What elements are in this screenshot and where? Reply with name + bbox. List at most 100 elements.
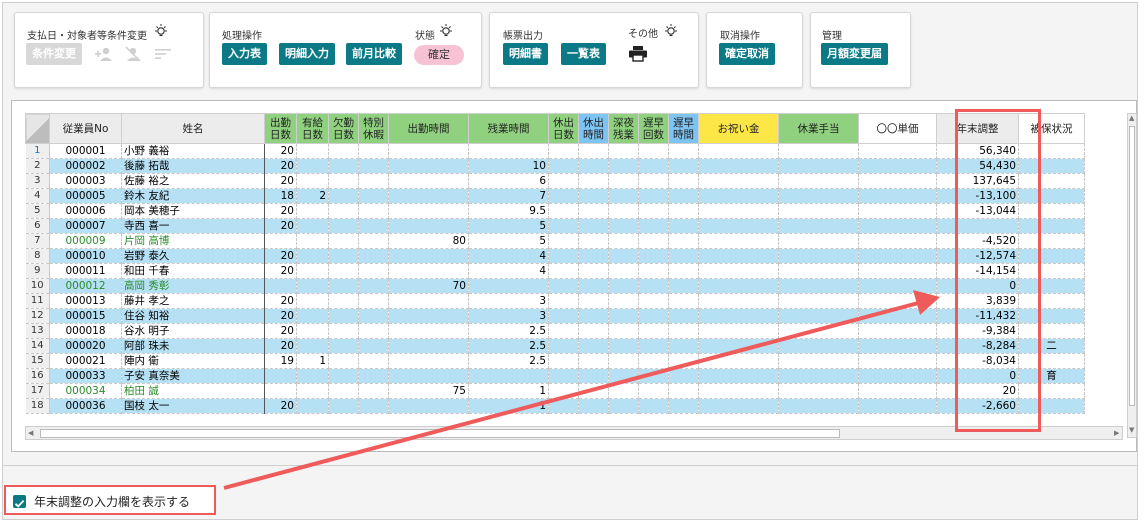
col-header-paid-leave[interactable]: 有給 日数 xyxy=(296,113,329,144)
cell-holiday-days[interactable] xyxy=(548,248,579,264)
cell-year-end[interactable]: -13,100 xyxy=(936,188,1019,204)
cell-holiday-time[interactable] xyxy=(578,398,609,414)
cell-emp-no[interactable]: 000021 xyxy=(49,353,122,369)
cell-holiday-days[interactable] xyxy=(548,203,579,219)
year-end-checkbox-area[interactable]: 年末調整の入力欄を表示する xyxy=(4,485,216,515)
row-number[interactable]: 1 xyxy=(25,143,50,159)
table-row[interactable]: 16 000033 子安 真奈美 0 育 xyxy=(25,368,1085,384)
cell-late-night[interactable] xyxy=(608,203,639,219)
row-number[interactable]: 12 xyxy=(25,308,50,324)
cell-leave-allowance[interactable] xyxy=(778,158,859,174)
cell-special-leave[interactable] xyxy=(358,143,389,159)
cell-absent[interactable] xyxy=(328,173,359,189)
cell-holiday-days[interactable] xyxy=(548,263,579,279)
scroll-right-icon[interactable]: ▶ xyxy=(1114,429,1119,437)
cell-leave-allowance[interactable] xyxy=(778,233,859,249)
cell-name[interactable]: 谷水 明子 xyxy=(121,323,265,339)
cell-absent[interactable] xyxy=(328,383,359,399)
cell-year-end[interactable]: 56,340 xyxy=(936,143,1019,159)
cell-late-count[interactable] xyxy=(638,233,669,249)
cell-late-count[interactable] xyxy=(638,368,669,384)
cell-overtime[interactable]: 10 xyxy=(468,158,549,174)
cell-unit-price[interactable] xyxy=(858,188,937,204)
cell-work-days[interactable]: 20 xyxy=(264,143,297,159)
cell-emp-no[interactable]: 000018 xyxy=(49,323,122,339)
table-row[interactable]: 4 000005 鈴木 友紀 18 2 7 -13,100 xyxy=(25,188,1085,204)
cell-late-time[interactable] xyxy=(668,203,699,219)
cell-overtime[interactable]: 7 xyxy=(468,188,549,204)
cell-late-time[interactable] xyxy=(668,353,699,369)
cell-special-leave[interactable] xyxy=(358,308,389,324)
cell-paid-leave[interactable] xyxy=(296,203,329,219)
cell-emp-no[interactable]: 000034 xyxy=(49,383,122,399)
cell-work-time[interactable] xyxy=(388,173,469,189)
cell-unit-price[interactable] xyxy=(858,263,937,279)
cell-work-days[interactable] xyxy=(264,233,297,249)
cell-late-count[interactable] xyxy=(638,353,669,369)
cell-late-count[interactable] xyxy=(638,263,669,279)
cell-insured[interactable]: 二 xyxy=(1018,338,1085,354)
col-header-holiday-days[interactable]: 休出 日数 xyxy=(548,113,579,144)
cell-paid-leave[interactable] xyxy=(296,143,329,159)
cell-holiday-time[interactable] xyxy=(578,338,609,354)
cell-paid-leave[interactable] xyxy=(296,233,329,249)
cell-overtime[interactable] xyxy=(468,278,549,294)
cell-late-time[interactable] xyxy=(668,158,699,174)
cell-leave-allowance[interactable] xyxy=(778,143,859,159)
cell-work-days[interactable]: 19 xyxy=(264,353,297,369)
cell-special-leave[interactable] xyxy=(358,368,389,384)
cell-holiday-days[interactable] xyxy=(548,338,579,354)
cell-holiday-time[interactable] xyxy=(578,218,609,234)
table-row[interactable]: 9 000011 和田 千春 20 4 -14,154 xyxy=(25,263,1085,279)
cell-name[interactable]: 鈴木 友紀 xyxy=(121,188,265,204)
col-header-late-time[interactable]: 遅早 時間 xyxy=(668,113,699,144)
cell-leave-allowance[interactable] xyxy=(778,263,859,279)
cell-holiday-days[interactable] xyxy=(548,188,579,204)
scroll-down-icon[interactable]: ▼ xyxy=(1129,426,1134,434)
table-row[interactable]: 7 000009 片岡 高博 80 5 -4,520 xyxy=(25,233,1085,249)
cell-unit-price[interactable] xyxy=(858,323,937,339)
cell-paid-leave[interactable] xyxy=(296,323,329,339)
cell-overtime[interactable]: 5 xyxy=(468,218,549,234)
cell-work-time[interactable]: 75 xyxy=(388,383,469,399)
row-number[interactable]: 8 xyxy=(25,248,50,264)
cell-leave-allowance[interactable] xyxy=(778,278,859,294)
cell-work-time[interactable] xyxy=(388,188,469,204)
cell-paid-leave[interactable] xyxy=(296,368,329,384)
table-row[interactable]: 6 000007 寺西 喜一 20 5 xyxy=(25,218,1085,234)
cell-emp-no[interactable]: 000003 xyxy=(49,173,122,189)
cell-work-days[interactable]: 20 xyxy=(264,293,297,309)
cell-late-time[interactable] xyxy=(668,143,699,159)
cell-late-time[interactable] xyxy=(668,233,699,249)
horizontal-scroll-thumb[interactable] xyxy=(40,429,840,438)
cell-year-end[interactable]: 0 xyxy=(936,368,1019,384)
cell-year-end[interactable]: -8,284 xyxy=(936,338,1019,354)
cell-unit-price[interactable] xyxy=(858,293,937,309)
cell-insured[interactable] xyxy=(1018,173,1085,189)
cell-work-time[interactable] xyxy=(388,368,469,384)
cell-late-night[interactable] xyxy=(608,323,639,339)
lightbulb-icon[interactable] xyxy=(439,23,453,39)
cell-late-night[interactable] xyxy=(608,398,639,414)
row-number[interactable]: 2 xyxy=(25,158,50,174)
cell-insured[interactable] xyxy=(1018,203,1085,219)
cell-emp-no[interactable]: 000013 xyxy=(49,293,122,309)
cell-late-night[interactable] xyxy=(608,233,639,249)
table-row[interactable]: 15 000021 陣内 衛 19 1 2.5 -8,034 xyxy=(25,353,1085,369)
cell-holiday-time[interactable] xyxy=(578,323,609,339)
cell-special-leave[interactable] xyxy=(358,158,389,174)
scroll-left-icon[interactable]: ◀ xyxy=(28,429,33,437)
cell-name[interactable]: 和田 千春 xyxy=(121,263,265,279)
cell-year-end[interactable]: 137,645 xyxy=(936,173,1019,189)
cell-special-leave[interactable] xyxy=(358,188,389,204)
cell-late-night[interactable] xyxy=(608,278,639,294)
cell-unit-price[interactable] xyxy=(858,308,937,324)
cell-insured[interactable] xyxy=(1018,188,1085,204)
col-header-emp-no[interactable]: 従業員No xyxy=(49,113,122,144)
cell-holiday-time[interactable] xyxy=(578,383,609,399)
cell-name[interactable]: 小野 義裕 xyxy=(121,143,265,159)
cell-work-days[interactable]: 20 xyxy=(264,173,297,189)
cell-absent[interactable] xyxy=(328,323,359,339)
cell-special-leave[interactable] xyxy=(358,263,389,279)
statement-button[interactable]: 明細書 xyxy=(503,43,548,65)
